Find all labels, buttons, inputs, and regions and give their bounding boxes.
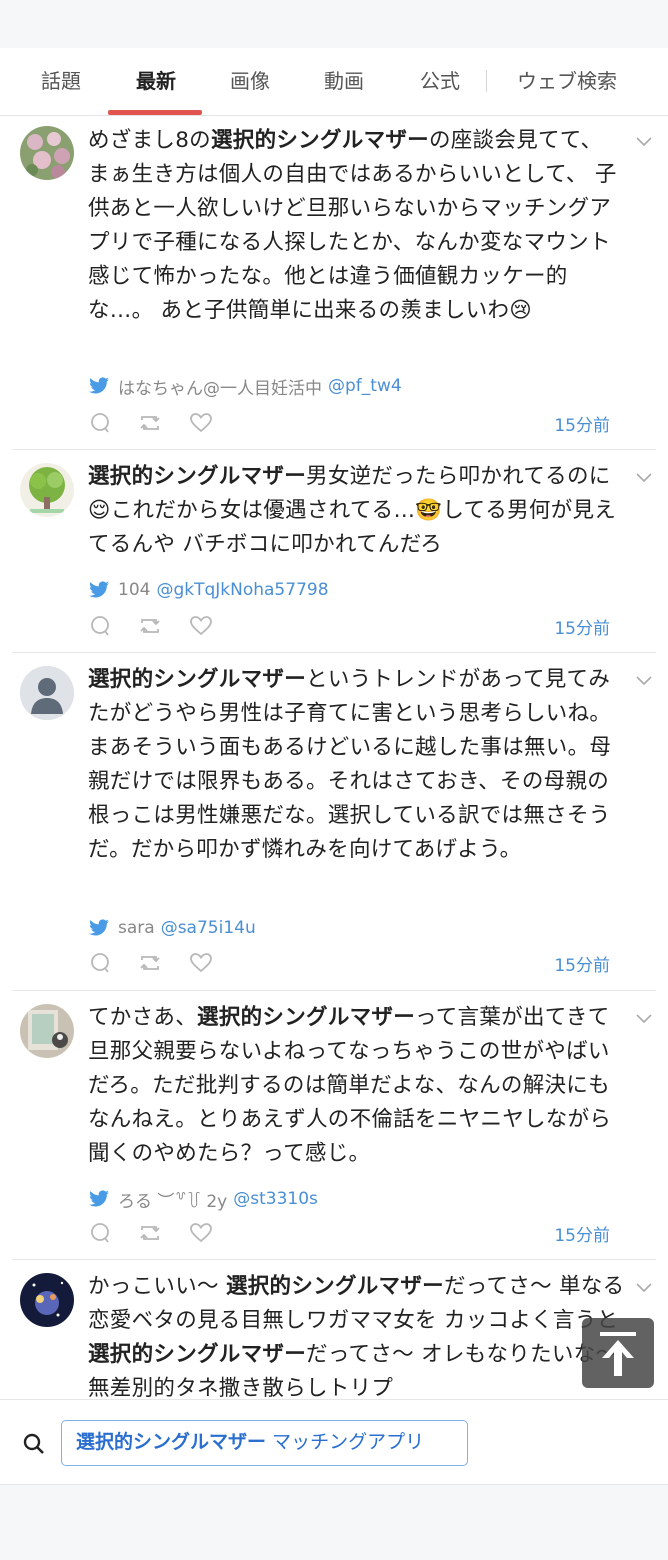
tab-bar: 話題 最新 画像 動画 公式 ウェブ検索 bbox=[0, 48, 668, 116]
tab-web-search[interactable]: ウェブ検索 bbox=[496, 48, 638, 114]
tweet-text: かっこいい〜 選択的シングルマザーだってさ〜 単なる恋愛ベタの見る目無しワガママ… bbox=[88, 1274, 625, 1399]
retweet-icon[interactable] bbox=[138, 411, 162, 435]
tweet-text: てかさあ、選択的シングルマザーって言葉が出てきて旦那父親要らないよねってなっちゃ… bbox=[88, 1005, 612, 1166]
tweet-actions: 15分前 bbox=[88, 411, 628, 436]
tweet-text: めざまし8の選択的シングルマザーの座談会見てて、 まぁ生き方は個人の自由ではある… bbox=[88, 128, 617, 323]
twitter-bird-icon bbox=[89, 1190, 109, 1207]
tab-videos[interactable]: 動画 bbox=[304, 48, 384, 114]
scroll-to-top-button[interactable] bbox=[582, 1318, 654, 1388]
retweet-icon[interactable] bbox=[138, 951, 162, 975]
tweet-time[interactable]: 15分前 bbox=[554, 1221, 610, 1246]
tab-latest[interactable]: 最新 bbox=[110, 48, 202, 114]
active-tab-indicator bbox=[108, 110, 202, 115]
user-name: sara bbox=[118, 918, 155, 938]
search-input[interactable]: 選択的シングルマザー マッチングアプリ bbox=[61, 1420, 468, 1466]
tweet-author[interactable]: はなちゃん@一人目妊活中 @pf_tw4 bbox=[88, 374, 402, 399]
tab-official[interactable]: 公式 bbox=[400, 48, 480, 114]
avatar[interactable] bbox=[20, 666, 74, 720]
user-name: ろる ︶꒷꒦ 2y bbox=[118, 1191, 228, 1212]
tweet-text: 選択的シングルマザー男女逆だったら叩かれてるのに😌これだから女は優遇されてる…🤓… bbox=[88, 464, 617, 557]
user-handle[interactable]: @pf_tw4 bbox=[328, 376, 402, 396]
reply-icon[interactable] bbox=[88, 411, 112, 435]
tweet-time[interactable]: 15分前 bbox=[554, 411, 610, 436]
tweet-item[interactable]: てかさあ、選択的シングルマザーって言葉が出てきて旦那父親要らないよねってなっちゃ… bbox=[0, 991, 668, 1259]
user-name: はなちゃん@一人目妊活中 bbox=[118, 378, 322, 399]
chevron-down-icon[interactable] bbox=[634, 1011, 654, 1025]
tweet-author[interactable]: sara @sa75i14u bbox=[88, 916, 256, 940]
user-handle[interactable]: @gkTqJkNoha57798 bbox=[156, 580, 328, 600]
twitter-bird-icon bbox=[89, 377, 109, 394]
twitter-bird-icon bbox=[89, 919, 109, 936]
tweet-item[interactable]: かっこいい〜 選択的シングルマザーだってさ〜 単なる恋愛ベタの見る目無しワガママ… bbox=[0, 1260, 668, 1399]
tweet-time[interactable]: 15分前 bbox=[554, 614, 610, 639]
user-handle[interactable]: @sa75i14u bbox=[161, 918, 256, 938]
like-icon[interactable] bbox=[189, 1221, 213, 1245]
retweet-icon[interactable] bbox=[138, 1221, 162, 1245]
avatar[interactable] bbox=[20, 1004, 74, 1058]
user-name: 104 bbox=[118, 580, 151, 600]
avatar[interactable] bbox=[20, 126, 74, 180]
search-bar: 選択的シングルマザー マッチングアプリ bbox=[0, 1399, 668, 1485]
reply-icon[interactable] bbox=[88, 614, 112, 638]
tweet-time[interactable]: 15分前 bbox=[554, 951, 610, 976]
avatar[interactable] bbox=[20, 463, 74, 517]
chevron-down-icon[interactable] bbox=[634, 470, 654, 484]
arrow-up-icon bbox=[600, 1332, 636, 1376]
bottom-area bbox=[0, 1485, 668, 1560]
tweet-item[interactable]: 選択的シングルマザー男女逆だったら叩かれてるのに😌これだから女は優遇されてる…🤓… bbox=[0, 450, 668, 653]
chevron-down-icon[interactable] bbox=[634, 134, 654, 148]
chevron-down-icon[interactable] bbox=[634, 673, 654, 687]
like-icon[interactable] bbox=[189, 951, 213, 975]
tweet-author[interactable]: ろる ︶꒷꒦ 2y @st3310s bbox=[88, 1187, 318, 1212]
tweet-item[interactable]: 選択的シングルマザーというトレンドがあって見てみたがどうやら男性は子育てに害とい… bbox=[0, 653, 668, 991]
like-icon[interactable] bbox=[189, 614, 213, 638]
tweet-actions: 15分前 bbox=[88, 1221, 628, 1246]
status-area bbox=[0, 0, 668, 48]
reply-icon[interactable] bbox=[88, 1221, 112, 1245]
tab-separator bbox=[486, 70, 487, 92]
retweet-icon[interactable] bbox=[138, 614, 162, 638]
tweet-feed[interactable]: めざまし8の選択的シングルマザーの座談会見てて、 まぁ生き方は個人の自由ではある… bbox=[0, 116, 668, 1399]
chevron-down-icon[interactable] bbox=[634, 1280, 654, 1294]
search-icon[interactable] bbox=[22, 1432, 46, 1456]
tweet-author[interactable]: 104 @gkTqJkNoha57798 bbox=[88, 578, 329, 602]
reply-icon[interactable] bbox=[88, 951, 112, 975]
tab-images[interactable]: 画像 bbox=[210, 48, 290, 114]
tweet-actions: 15分前 bbox=[88, 951, 628, 976]
tweet-actions: 15分前 bbox=[88, 614, 628, 639]
like-icon[interactable] bbox=[189, 411, 213, 435]
avatar[interactable] bbox=[20, 1273, 74, 1327]
tweet-item[interactable]: めざまし8の選択的シングルマザーの座談会見てて、 まぁ生き方は個人の自由ではある… bbox=[0, 116, 668, 450]
tab-topic[interactable]: 話題 bbox=[22, 48, 100, 114]
user-handle[interactable]: @st3310s bbox=[233, 1189, 318, 1209]
tweet-text: 選択的シングルマザーというトレンドがあって見てみたがどうやら男性は子育てに害とい… bbox=[88, 667, 612, 862]
twitter-bird-icon bbox=[89, 581, 109, 598]
